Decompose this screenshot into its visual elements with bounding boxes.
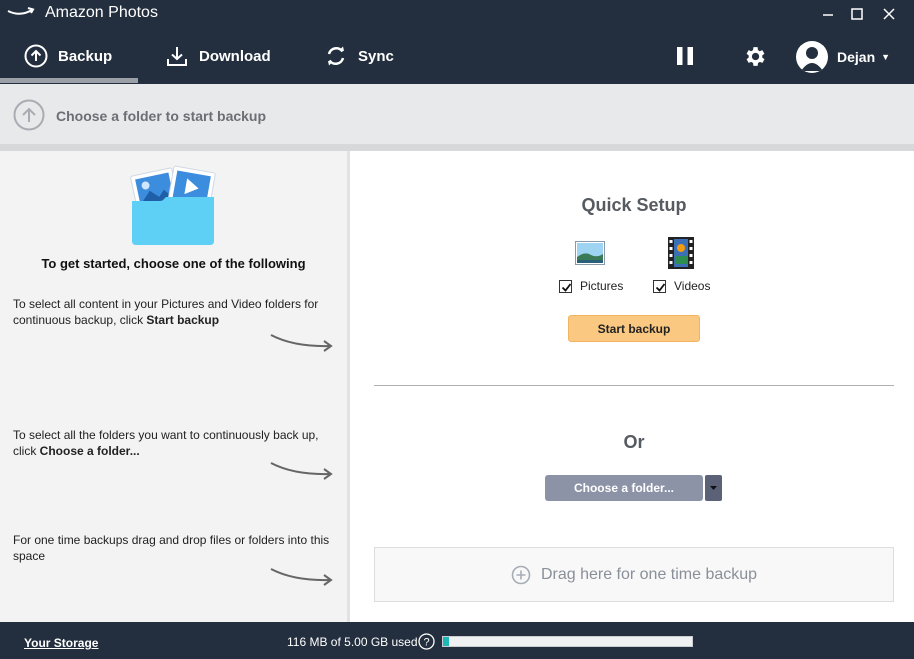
checkbox-box[interactable] bbox=[559, 279, 572, 293]
banner-divider bbox=[0, 144, 914, 151]
instruction-emphasis: Start backup bbox=[146, 313, 220, 327]
drop-zone-text: Drag here for one time backup bbox=[540, 565, 758, 583]
amazon-smile-icon bbox=[7, 7, 35, 15]
left-heading: To get started, choose one of the follow… bbox=[41, 256, 306, 271]
checkbox-box[interactable] bbox=[653, 279, 666, 293]
arrow-right-icon bbox=[270, 568, 333, 586]
upload-circle-icon bbox=[24, 44, 48, 68]
instruction-drag-drop: For one time backups drag and drop files… bbox=[13, 532, 333, 564]
tab-backup-label: Backup bbox=[58, 47, 113, 65]
picture-icon bbox=[575, 241, 605, 265]
user-name: Dejan bbox=[837, 49, 876, 65]
sync-icon bbox=[327, 46, 345, 66]
pictures-label: Pictures bbox=[580, 279, 624, 293]
checkmark-icon bbox=[655, 282, 666, 292]
start-backup-button[interactable]: Start backup bbox=[568, 315, 700, 342]
instructions-panel: To get started, choose one of the follow… bbox=[0, 151, 350, 622]
tab-sync[interactable]: Sync bbox=[324, 28, 394, 84]
videos-checkbox[interactable]: Videos bbox=[653, 279, 710, 293]
active-tab-indicator bbox=[0, 78, 138, 83]
top-bar: Amazon Photos Backup Download Sync Dejan… bbox=[0, 0, 914, 84]
drop-zone[interactable]: Drag here for one time backup bbox=[374, 547, 894, 602]
or-label: Or bbox=[623, 432, 645, 452]
close-icon[interactable] bbox=[878, 4, 900, 24]
storage-progress-bar bbox=[442, 636, 693, 647]
footer: Your Storage 116 MB of 5.00 GB used ? bbox=[0, 622, 914, 659]
user-menu[interactable]: Dejan ▼ bbox=[796, 40, 890, 74]
instruction-emphasis: Choose a folder... bbox=[39, 444, 140, 458]
svg-text:?: ? bbox=[423, 637, 429, 649]
videos-label: Videos bbox=[674, 279, 711, 293]
instruction-choose-folder: To select all the folders you want to co… bbox=[13, 427, 333, 459]
tab-download[interactable]: Download bbox=[165, 28, 271, 84]
choose-folder-dropdown[interactable] bbox=[705, 475, 722, 501]
your-storage-link[interactable]: Your Storage bbox=[24, 636, 98, 650]
backup-banner: Choose a folder to start backup bbox=[0, 84, 914, 144]
app-title: Amazon Photos bbox=[45, 4, 158, 21]
instruction-start-backup: To select all content in your Pictures a… bbox=[13, 296, 333, 328]
help-icon[interactable]: ? bbox=[418, 633, 435, 650]
upload-circle-icon bbox=[13, 99, 45, 131]
caret-down-icon: ▼ bbox=[881, 52, 891, 62]
minimize-icon[interactable] bbox=[817, 4, 839, 24]
tab-sync-label: Sync bbox=[358, 47, 394, 65]
arrow-right-icon bbox=[270, 462, 333, 480]
plus-circle-icon bbox=[511, 565, 531, 584]
download-icon bbox=[167, 47, 187, 66]
divider bbox=[374, 385, 894, 386]
storage-progress-fill bbox=[443, 637, 449, 646]
storage-used-text: 116 MB of 5.00 GB used bbox=[287, 635, 418, 649]
tab-download-label: Download bbox=[199, 47, 271, 65]
title-bar: Amazon Photos bbox=[0, 0, 914, 28]
gear-icon[interactable] bbox=[742, 44, 767, 69]
pause-icon[interactable] bbox=[674, 45, 696, 67]
maximize-icon[interactable] bbox=[846, 4, 868, 24]
video-icon bbox=[668, 237, 694, 269]
avatar bbox=[796, 41, 828, 73]
banner-text: Choose a folder to start backup bbox=[56, 108, 267, 124]
choose-folder-button[interactable]: Choose a folder... bbox=[545, 475, 703, 501]
checkmark-icon bbox=[561, 282, 572, 292]
arrow-right-icon bbox=[270, 334, 333, 352]
instruction-text: For one time backups drag and drop files… bbox=[13, 533, 330, 563]
quick-setup-title: Quick Setup bbox=[581, 195, 687, 215]
photo-folder-icon bbox=[130, 165, 216, 245]
pictures-checkbox[interactable]: Pictures bbox=[559, 279, 623, 293]
user-icon bbox=[801, 47, 823, 71]
caret-down-icon bbox=[710, 486, 717, 490]
tab-backup[interactable]: Backup bbox=[0, 28, 138, 84]
